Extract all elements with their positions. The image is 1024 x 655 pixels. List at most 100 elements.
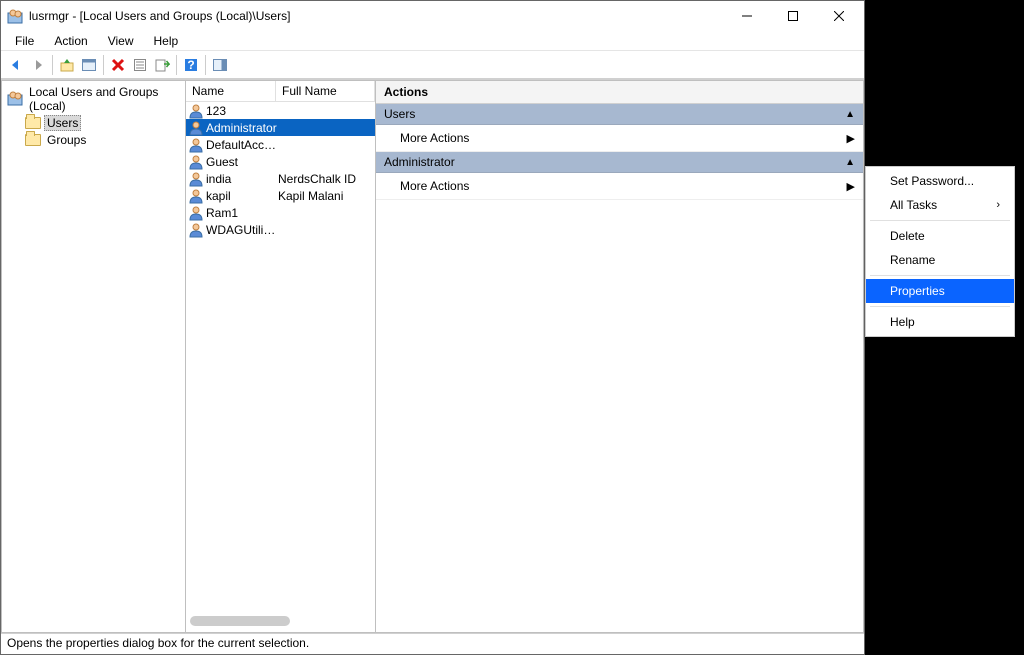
ctx-rename-label: Rename <box>890 253 1000 267</box>
folder-icon <box>25 134 41 146</box>
user-icon <box>188 188 204 204</box>
body: Local Users and Groups (Local) Users Gro… <box>1 79 864 633</box>
ctx-separator <box>870 275 1010 276</box>
minimize-button[interactable] <box>724 1 770 31</box>
actions-section-users-label: Users <box>384 107 845 121</box>
ctx-help-label: Help <box>890 315 1000 329</box>
titlebar: lusrmgr - [Local Users and Groups (Local… <box>1 1 864 31</box>
tree-groups[interactable]: Groups <box>5 132 182 148</box>
list-row[interactable]: Ram1 <box>186 204 375 221</box>
ctx-all-tasks[interactable]: All Tasks › <box>866 193 1014 217</box>
ctx-delete[interactable]: Delete <box>866 224 1014 248</box>
actions-section-admin-label: Administrator <box>384 155 845 169</box>
list-row[interactable]: Guest <box>186 153 375 170</box>
list-row[interactable]: Administrator <box>186 119 375 136</box>
list-row[interactable]: DefaultAcco... <box>186 136 375 153</box>
up-button[interactable] <box>56 54 78 76</box>
forward-button[interactable] <box>27 54 49 76</box>
chevron-right-icon: ▶ <box>847 180 855 193</box>
toolbar-sep <box>176 55 177 75</box>
row-name: DefaultAcco... <box>206 138 278 152</box>
collapse-icon: ▲ <box>845 109 855 120</box>
close-button[interactable] <box>816 1 862 31</box>
horizontal-scrollbar[interactable] <box>190 616 290 626</box>
actions-title: Actions <box>376 81 863 104</box>
actions-section-admin[interactable]: Administrator ▲ <box>376 152 863 173</box>
actions-more-users-label: More Actions <box>400 131 847 145</box>
properties-button[interactable] <box>129 54 151 76</box>
tree-groups-label: Groups <box>44 133 89 147</box>
ctx-set-password-label: Set Password... <box>890 174 1000 188</box>
delete-button[interactable] <box>107 54 129 76</box>
svg-text:?: ? <box>187 58 194 72</box>
menu-action[interactable]: Action <box>44 32 97 50</box>
ctx-rename[interactable]: Rename <box>866 248 1014 272</box>
row-name: WDAGUtility... <box>206 223 278 237</box>
user-icon <box>188 103 204 119</box>
row-name: Guest <box>206 155 278 169</box>
ctx-delete-label: Delete <box>890 229 1000 243</box>
main-window: lusrmgr - [Local Users and Groups (Local… <box>0 0 865 655</box>
list-header: Name Full Name <box>186 81 375 102</box>
maximize-button[interactable] <box>770 1 816 31</box>
back-button[interactable] <box>5 54 27 76</box>
toolbar-sep <box>103 55 104 75</box>
user-icon <box>188 120 204 136</box>
toolbar-sep <box>205 55 206 75</box>
menu-help[interactable]: Help <box>144 32 189 50</box>
toolbar-sep <box>52 55 53 75</box>
user-icon <box>188 205 204 221</box>
help-button[interactable]: ? <box>180 54 202 76</box>
list-body: 123AdministratorDefaultAcco...Guestindia… <box>186 102 375 238</box>
col-fullname[interactable]: Full Name <box>276 81 375 101</box>
collapse-icon: ▲ <box>845 157 855 168</box>
actions-more-admin-label: More Actions <box>400 179 847 193</box>
ctx-separator <box>870 220 1010 221</box>
list-row[interactable]: indiaNerdsChalk ID <box>186 170 375 187</box>
list-pane: Name Full Name 123 Administrator DefaultAc… <box>185 80 375 633</box>
tree-root[interactable]: Local Users and Groups (Local) <box>5 84 182 114</box>
app-icon <box>7 8 23 24</box>
actions-pane: Actions Users ▲ More Actions ▶ Administr… <box>375 80 864 633</box>
ctx-set-password[interactable]: Set Password... <box>866 169 1014 193</box>
folder-icon <box>25 117 41 129</box>
tree-users[interactable]: Users <box>5 114 182 132</box>
row-name: kapil <box>206 189 278 203</box>
row-fullname: NerdsChalk ID <box>278 172 375 186</box>
lusrmgr-icon <box>7 90 23 109</box>
ctx-all-tasks-label: All Tasks <box>890 198 996 212</box>
tree-users-label: Users <box>44 115 81 131</box>
user-icon <box>188 154 204 170</box>
tree-pane: Local Users and Groups (Local) Users Gro… <box>1 80 185 633</box>
ctx-properties[interactable]: Properties <box>866 279 1014 303</box>
row-name: india <box>206 172 278 186</box>
list-row[interactable]: kapilKapil Malani <box>186 187 375 204</box>
list-row[interactable]: 123 <box>186 102 375 119</box>
chevron-right-icon: ▶ <box>847 132 855 145</box>
user-icon <box>188 222 204 238</box>
show-hide-tree-button[interactable] <box>78 54 100 76</box>
menu-view[interactable]: View <box>98 32 144 50</box>
row-name: Ram1 <box>206 206 278 220</box>
user-icon <box>188 137 204 153</box>
actions-section-users[interactable]: Users ▲ <box>376 104 863 125</box>
ctx-help[interactable]: Help <box>866 310 1014 334</box>
export-button[interactable] <box>151 54 173 76</box>
window-title: lusrmgr - [Local Users and Groups (Local… <box>29 9 724 23</box>
menubar: File Action View Help <box>1 31 864 51</box>
toolbar: ? <box>1 51 864 79</box>
chevron-right-icon: › <box>996 199 1000 211</box>
user-icon <box>188 171 204 187</box>
context-menu: Set Password... All Tasks › Delete Renam… <box>865 166 1015 337</box>
col-name[interactable]: Name <box>186 81 276 101</box>
menu-file[interactable]: File <box>5 32 44 50</box>
actions-more-admin[interactable]: More Actions ▶ <box>376 173 863 200</box>
ctx-properties-label: Properties <box>890 284 1000 298</box>
show-hide-action-pane-button[interactable] <box>209 54 231 76</box>
row-name: Administrator <box>206 121 278 135</box>
list-row[interactable]: WDAGUtility... <box>186 221 375 238</box>
actions-more-users[interactable]: More Actions ▶ <box>376 125 863 152</box>
ctx-separator <box>870 306 1010 307</box>
row-fullname: Kapil Malani <box>278 189 375 203</box>
tree-root-label: Local Users and Groups (Local) <box>26 85 180 113</box>
